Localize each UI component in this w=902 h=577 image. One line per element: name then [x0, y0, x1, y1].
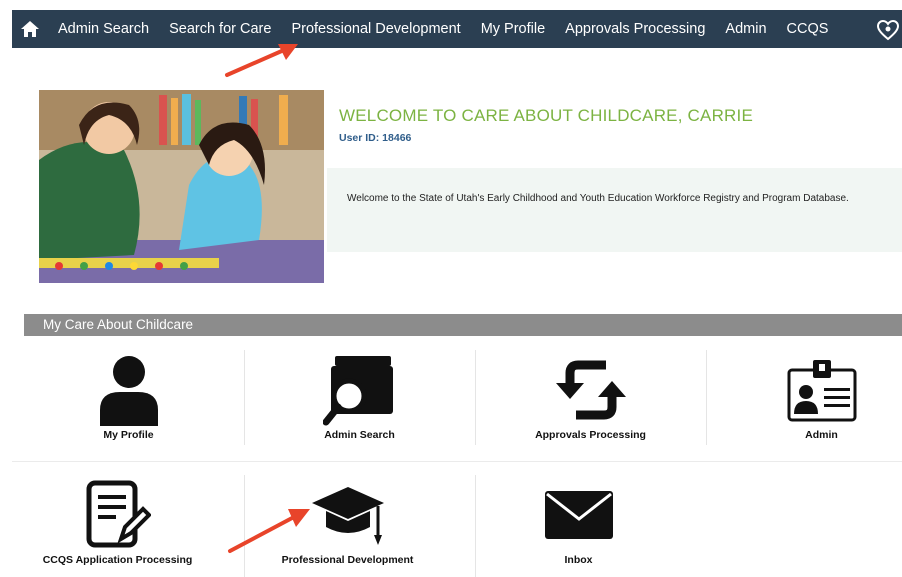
welcome-message-box: Welcome to the State of Utah's Early Chi… [327, 168, 902, 252]
tile-admin[interactable]: Admin [706, 349, 902, 449]
envelope-icon [544, 491, 613, 539]
folder-search-icon [322, 356, 393, 426]
user-id: User ID: 18466 [339, 132, 412, 144]
nav-professional-development[interactable]: Professional Development [281, 21, 470, 37]
tile-ccqs-application-processing[interactable]: CCQS Application Processing [2, 474, 233, 574]
hero-image [39, 90, 324, 283]
tile-label: Admin Search [324, 429, 395, 441]
document-pen-icon [86, 480, 151, 548]
nav-search-for-care[interactable]: Search for Care [159, 21, 281, 37]
id-badge-icon [787, 360, 856, 422]
top-navbar: Admin Search Search for Care Professiona… [12, 10, 902, 48]
section-title: My Care About Childcare [43, 317, 194, 332]
nav-ccqs[interactable]: CCQS [777, 21, 839, 37]
welcome-title: WELCOME TO CARE ABOUT CHILDCARE, CARRIE [339, 106, 753, 125]
care-logo-icon[interactable] [876, 18, 900, 42]
tile-label: Approvals Processing [535, 429, 646, 441]
tile-label: Admin [805, 429, 838, 441]
section-header: My Care About Childcare [24, 314, 902, 336]
tile-label: Inbox [564, 554, 593, 566]
welcome-message: Welcome to the State of Utah's Early Chi… [347, 193, 849, 204]
home-button[interactable] [12, 10, 48, 48]
tile-my-profile[interactable]: My Profile [13, 349, 244, 449]
tile-approvals-processing[interactable]: Approvals Processing [475, 349, 706, 449]
tile-inbox[interactable]: Inbox [463, 474, 694, 574]
nav-approvals-processing[interactable]: Approvals Processing [555, 21, 715, 37]
nav-my-profile[interactable]: My Profile [471, 21, 555, 37]
graduation-cap-icon [311, 487, 384, 545]
annotation-arrow-nav [225, 44, 298, 77]
row-divider [12, 461, 902, 462]
nav-admin[interactable]: Admin [715, 21, 776, 37]
nav-admin-search[interactable]: Admin Search [48, 21, 159, 37]
home-icon [21, 21, 39, 37]
person-icon [99, 356, 158, 426]
annotation-arrow-professional-development [228, 509, 310, 553]
tile-admin-search[interactable]: Admin Search [244, 349, 475, 449]
tile-label: CCQS Application Processing [42, 554, 193, 566]
tile-label: My Profile [103, 429, 154, 441]
refresh-arrows-icon [555, 360, 626, 420]
